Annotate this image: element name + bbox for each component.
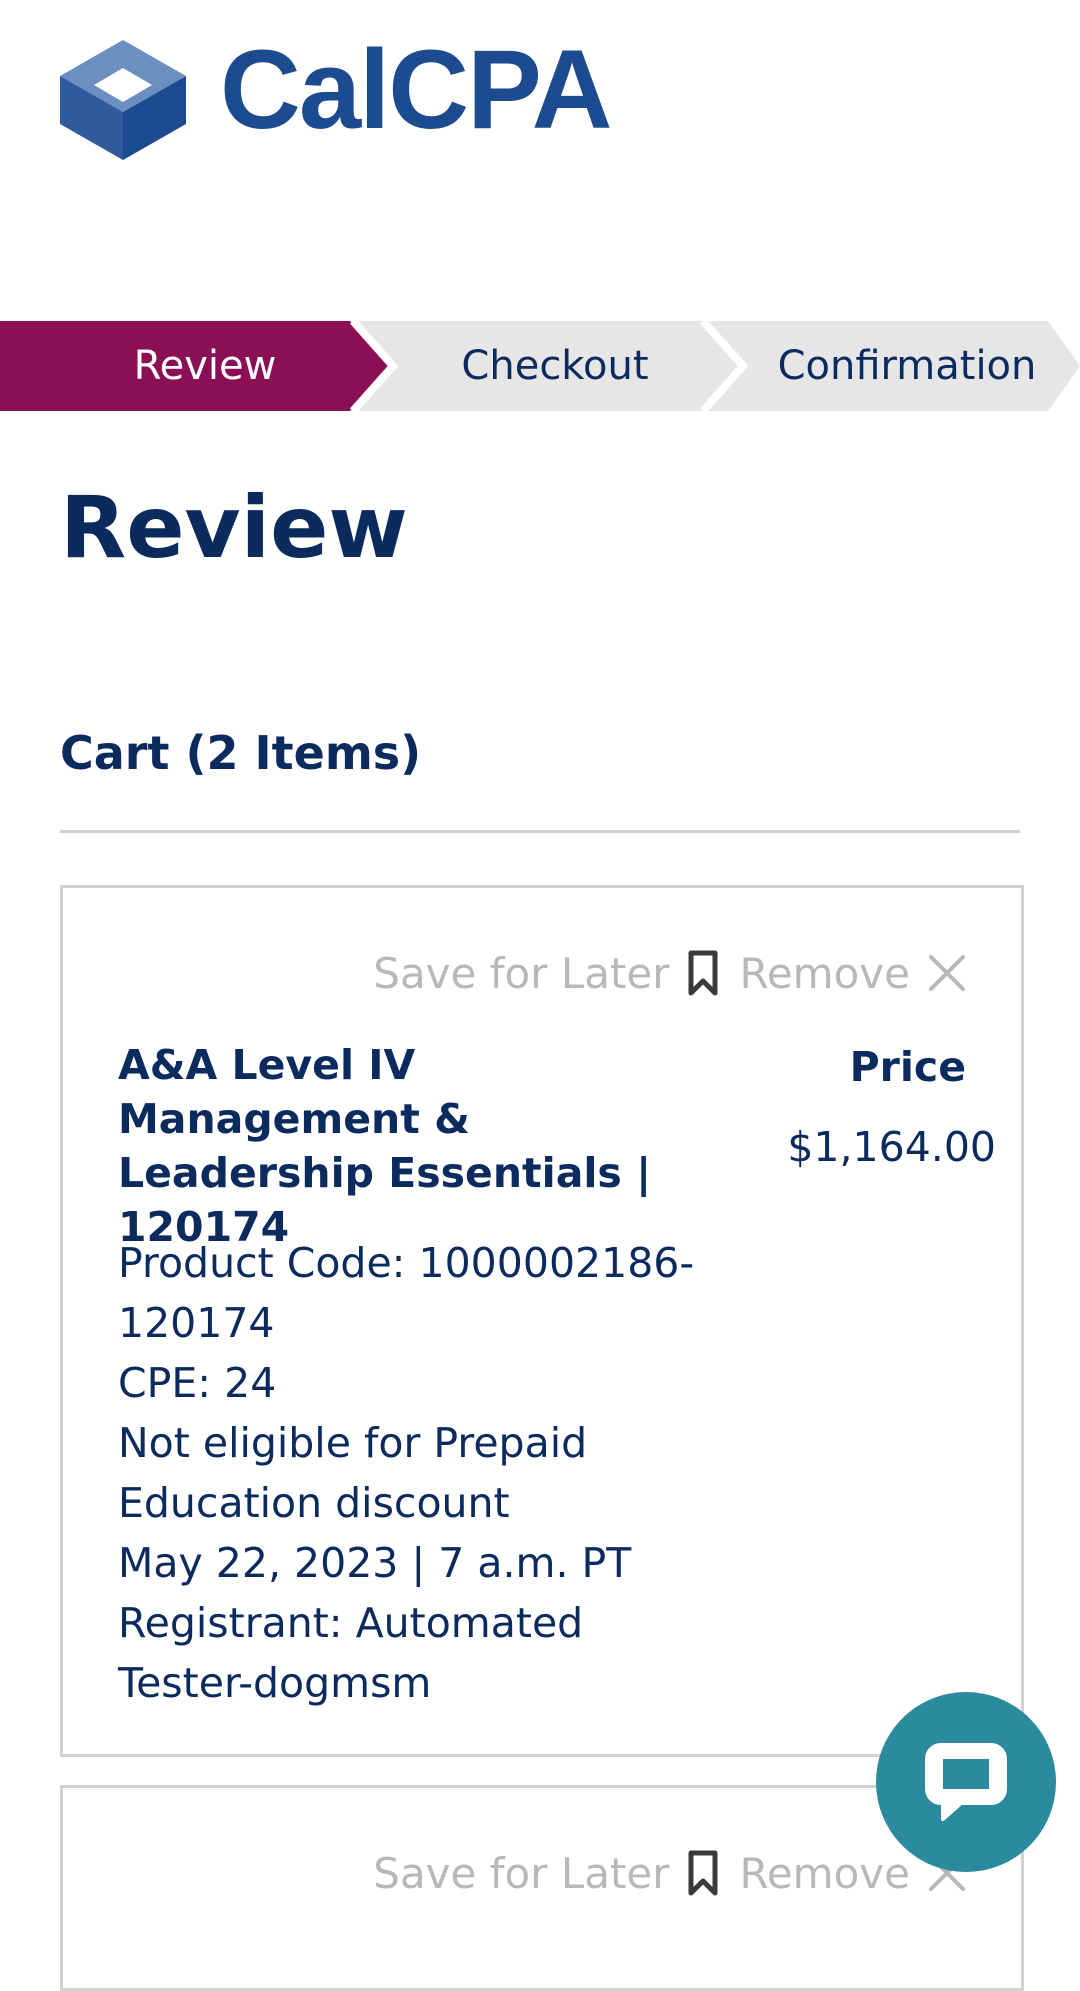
product-code: Product Code: 1000002186-120174	[118, 1239, 695, 1347]
cpe-credits: CPE: 24	[118, 1359, 277, 1407]
save-for-later-label: Save for Later	[373, 948, 670, 998]
step-checkout[interactable]: Checkout	[380, 321, 730, 411]
discount-eligibility: Not eligible for Prepaid Education disco…	[118, 1419, 588, 1527]
item-details: Product Code: 1000002186-120174 CPE: 24 …	[118, 1233, 718, 1713]
close-icon	[929, 955, 965, 991]
event-datetime: May 22, 2023 | 7 a.m. PT	[118, 1539, 632, 1587]
remove-label: Remove	[739, 948, 910, 998]
cart-item-actions: Save for Later Remove	[373, 1848, 966, 1898]
step-confirmation[interactable]: Confirmation	[742, 321, 1072, 411]
cart-divider	[60, 830, 1020, 833]
page-title: Review	[60, 478, 408, 578]
cart-item: Save for Later Remove A&A Level IV Manag…	[60, 885, 1024, 1757]
bookmark-icon	[688, 1850, 718, 1896]
save-for-later-label: Save for Later	[373, 1848, 670, 1898]
remove-button[interactable]: Remove	[740, 949, 966, 998]
item-title[interactable]: A&A Level IV Management & Leadership Ess…	[118, 1038, 718, 1254]
bookmark-icon	[688, 950, 718, 996]
registrant: Registrant: Automated Tester-dogmsm	[118, 1599, 584, 1707]
chat-bubble-icon	[925, 1743, 1007, 1821]
calcpa-logo-mark-icon	[60, 40, 186, 160]
step-review[interactable]: Review	[0, 321, 410, 411]
price-label: Price	[849, 1043, 966, 1091]
price-value: $1,164.00	[787, 1123, 996, 1171]
calcpa-logo-wordmark: CalCPA	[220, 27, 612, 152]
cart-heading: Cart (2 Items)	[60, 726, 422, 780]
cart-item: Save for Later Remove	[60, 1785, 1024, 1991]
remove-label: Remove	[739, 1848, 910, 1898]
save-for-later-button[interactable]: Save for Later	[373, 948, 718, 998]
calcpa-logo[interactable]: CalCPA	[60, 34, 612, 160]
checkout-steps: Review Checkout Confirmation	[0, 321, 1080, 411]
chat-button[interactable]	[876, 1692, 1056, 1872]
save-for-later-button[interactable]: Save for Later	[373, 1848, 718, 1898]
cart-item-actions: Save for Later Remove	[373, 948, 966, 998]
